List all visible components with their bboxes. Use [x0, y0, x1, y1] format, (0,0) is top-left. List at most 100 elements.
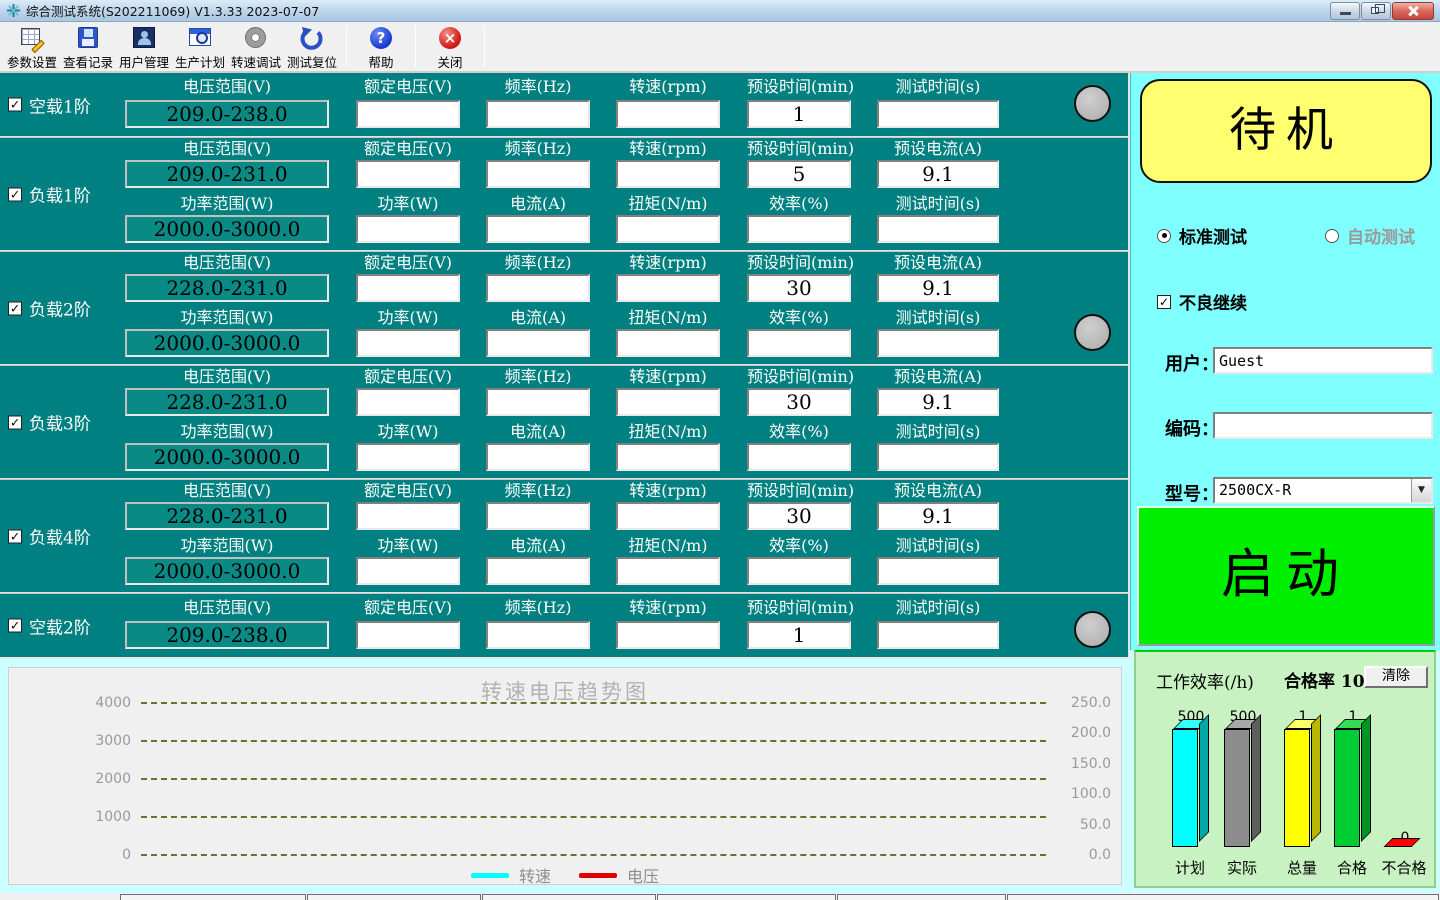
save-disk-icon	[75, 25, 101, 51]
user-input[interactable]	[1213, 347, 1433, 374]
stage-checkbox-noload2[interactable]: ✓ 空载2阶	[8, 613, 91, 638]
radio-selected-icon	[1157, 229, 1171, 243]
power-input[interactable]	[356, 443, 460, 471]
toolbar-label: 帮助	[368, 52, 393, 71]
stage-checkbox-load2[interactable]: ✓ 负载2阶	[8, 296, 91, 321]
speed-input[interactable]	[616, 388, 720, 416]
efficiency-input[interactable]	[747, 557, 851, 585]
frequency-input[interactable]	[486, 388, 590, 416]
torque-input[interactable]	[616, 557, 720, 585]
toolbar-button-plan[interactable]: 生产计划	[172, 22, 228, 71]
power-input[interactable]	[356, 557, 460, 585]
frequency-input[interactable]	[486, 502, 590, 530]
voltage-range-display: 209.0-238.0	[125, 621, 329, 649]
current-input[interactable]	[486, 329, 590, 357]
preset-current-input[interactable]	[877, 160, 999, 188]
frequency-input[interactable]	[486, 274, 590, 302]
close-button[interactable]	[1392, 2, 1434, 20]
frequency-input[interactable]	[486, 100, 590, 128]
preset-time-input[interactable]	[747, 502, 851, 530]
speed-input[interactable]	[616, 274, 720, 302]
test-time-input[interactable]	[877, 621, 999, 649]
power-input[interactable]	[356, 215, 460, 243]
toolbar-button-speed-tune[interactable]: 转速调试	[228, 22, 284, 71]
restore-icon	[1371, 7, 1379, 14]
test-time-input[interactable]	[877, 100, 999, 128]
toolbar-button-help[interactable]: ? 帮助	[353, 22, 409, 71]
current-input[interactable]	[486, 215, 590, 243]
efficiency-input[interactable]	[747, 215, 851, 243]
current-input[interactable]	[486, 443, 590, 471]
y-axis-right-tick: 200.0	[1051, 725, 1111, 741]
toolbar-button-settings[interactable]: 参数设置	[4, 22, 60, 71]
stage-checkbox-noload1[interactable]: ✓ 空载1阶	[8, 92, 91, 117]
efficiency-input[interactable]	[747, 443, 851, 471]
stage-checkbox-load4[interactable]: ✓ 负载4阶	[8, 524, 91, 549]
field-label: 测试时间(s)	[877, 77, 999, 97]
rated-voltage-input[interactable]	[356, 160, 460, 188]
checkbox-checked-icon: ✓	[8, 187, 22, 201]
model-dropdown[interactable]: 2500CX-R ▼	[1213, 477, 1433, 504]
speed-input[interactable]	[616, 100, 720, 128]
frequency-input[interactable]	[486, 621, 590, 649]
settings-table-icon	[19, 25, 45, 51]
field-label: 预设电流(A)	[877, 481, 999, 501]
rated-voltage-input[interactable]	[356, 621, 460, 649]
gridline	[141, 816, 1046, 818]
speed-input[interactable]	[616, 160, 720, 188]
toolbar-label: 转速调试	[231, 52, 281, 71]
toolbar-button-users[interactable]: 用户管理	[116, 22, 172, 71]
field-label: 额定电压(V)	[356, 481, 460, 501]
preset-time-input[interactable]	[747, 100, 851, 128]
current-input[interactable]	[486, 557, 590, 585]
start-button[interactable]: 启动	[1137, 506, 1435, 646]
stage-checkbox-load3[interactable]: ✓ 负载3阶	[8, 410, 91, 435]
preset-current-input[interactable]	[877, 502, 999, 530]
radio-auto-test[interactable]: 自动测试	[1325, 223, 1415, 248]
speed-input[interactable]	[616, 621, 720, 649]
toolbar-button-reset[interactable]: 测试复位	[284, 22, 340, 71]
toolbar-button-close-app[interactable]: × 关闭	[422, 22, 478, 71]
field-label: 预设电流(A)	[877, 367, 999, 387]
rated-voltage-input[interactable]	[356, 388, 460, 416]
preset-time-input[interactable]	[747, 274, 851, 302]
preset-current-input[interactable]	[877, 388, 999, 416]
preset-time-input[interactable]	[747, 160, 851, 188]
field-label: 转速(rpm)	[616, 367, 720, 387]
stage-checkbox-load1[interactable]: ✓ 负载1阶	[8, 182, 91, 207]
rated-voltage-input[interactable]	[356, 502, 460, 530]
code-input[interactable]	[1213, 412, 1433, 439]
y-axis-left-tick: 3000	[27, 733, 131, 749]
test-time-input[interactable]	[877, 557, 999, 585]
field-label: 效率(%)	[747, 536, 851, 556]
legend-label: 电压	[627, 863, 659, 887]
preset-time-input[interactable]	[747, 621, 851, 649]
test-stage-grid: ✓ 空载1阶 电压范围(V) 209.0-238.0 额定电压(V) 频率(Hz…	[0, 73, 1130, 657]
restore-button[interactable]	[1361, 2, 1391, 20]
toolbar-button-records[interactable]: 查看记录	[60, 22, 116, 71]
checkbox-checked-icon: ✓	[8, 98, 22, 112]
field-label: 电压范围(V)	[125, 598, 329, 618]
voltage-range-display: 228.0-231.0	[125, 274, 329, 302]
field-label: 转速(rpm)	[616, 481, 720, 501]
rated-voltage-input[interactable]	[356, 100, 460, 128]
speed-input[interactable]	[616, 502, 720, 530]
efficiency-input[interactable]	[747, 329, 851, 357]
torque-input[interactable]	[616, 443, 720, 471]
torque-input[interactable]	[616, 215, 720, 243]
test-time-input[interactable]	[877, 443, 999, 471]
bar-label: 合格	[1322, 857, 1382, 878]
preset-time-input[interactable]	[747, 388, 851, 416]
test-time-input[interactable]	[877, 329, 999, 357]
preset-current-input[interactable]	[877, 274, 999, 302]
power-input[interactable]	[356, 329, 460, 357]
frequency-input[interactable]	[486, 160, 590, 188]
y-axis-left-tick: 0	[27, 847, 131, 863]
minimize-button[interactable]	[1330, 2, 1360, 20]
rated-voltage-input[interactable]	[356, 274, 460, 302]
checkbox-continue-on-fail[interactable]: ✓ 不良继续	[1157, 289, 1247, 314]
torque-input[interactable]	[616, 329, 720, 357]
test-time-input[interactable]	[877, 215, 999, 243]
field-label: 额定电压(V)	[356, 77, 460, 97]
radio-standard-test[interactable]: 标准测试	[1157, 223, 1247, 248]
